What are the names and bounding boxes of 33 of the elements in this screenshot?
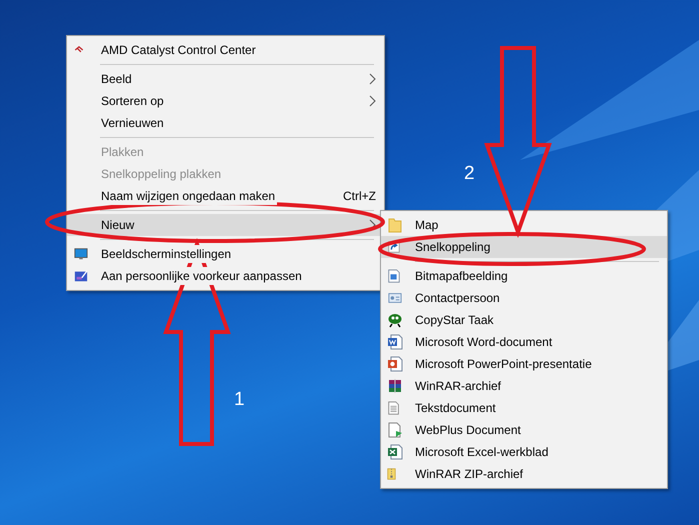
menu-item[interactable]: Beeldscherminstellingen	[67, 243, 384, 265]
presentation-document-icon	[387, 356, 403, 372]
screen-brush-icon	[73, 269, 89, 283]
spreadsheet-document-icon	[387, 444, 403, 460]
image-file-icon	[387, 268, 401, 284]
menu-item[interactable]: Microsoft Excel-werkblad	[381, 441, 667, 463]
folder-icon	[387, 217, 403, 233]
menu-item[interactable]: Contactpersoon	[381, 287, 667, 309]
menu-item[interactable]: WinRAR-archief	[381, 375, 667, 397]
menu-item[interactable]: Bitmapafbeelding	[381, 265, 667, 287]
contact-card-icon	[387, 291, 403, 305]
web-document-icon	[387, 422, 403, 438]
menu-item[interactable]: Tekstdocument	[381, 397, 667, 419]
menu-item[interactable]: Vernieuwen	[67, 112, 384, 134]
step-number: 2	[464, 164, 475, 183]
step-number: 1	[234, 390, 245, 409]
menu-item[interactable]: WebPlus Document	[381, 419, 667, 441]
menu-item[interactable]: AMD Catalyst Control Center	[67, 39, 384, 61]
menu-item[interactable]: CopyStar Taak	[381, 309, 667, 331]
monitor-icon	[73, 247, 89, 261]
shortcut-text: Ctrl+Z	[343, 188, 376, 205]
stacked-books-icon	[387, 378, 403, 394]
menu-item[interactable]: Map	[381, 214, 667, 236]
word-document-icon	[387, 334, 403, 350]
logo-icon	[73, 45, 85, 55]
menu-item[interactable]: WinRAR ZIP-archief	[381, 463, 667, 485]
creature-icon	[387, 312, 403, 328]
menu-item[interactable]: Microsoft Word-document	[381, 331, 667, 353]
text-document-icon	[387, 400, 401, 416]
menu-item[interactable]: Naam wijzigen ongedaan maken Ctrl+Z	[67, 185, 384, 207]
menu-item[interactable]: Beeld	[67, 68, 384, 90]
menu-item[interactable]: Microsoft PowerPoint-presentatie	[381, 353, 667, 375]
menu-item[interactable]: Sorteren op	[67, 90, 384, 112]
